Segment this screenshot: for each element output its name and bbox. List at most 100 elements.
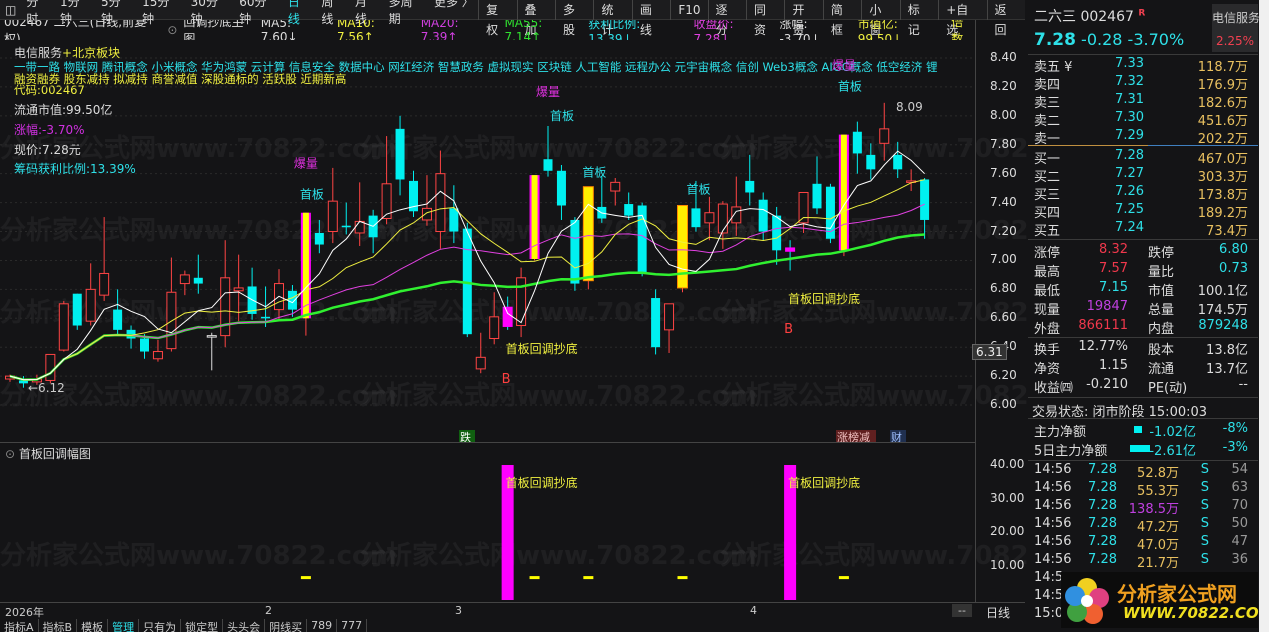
amplitude-mark	[583, 576, 594, 580]
book-mid-line-right	[1148, 145, 1258, 146]
divider	[1028, 418, 1258, 419]
scroll-more-button[interactable]: --	[952, 604, 972, 617]
low-price-label: ←6.12	[28, 381, 65, 395]
indicator-tabs: 指标A 指标B 模板 管理 只有为 锁定型 头头会 阴线买 789 777	[0, 619, 975, 632]
tick-volume: 52.8万	[1137, 466, 1179, 481]
stat-label: 跌停	[1148, 246, 1175, 261]
indicator-tab[interactable]: 指标B	[39, 619, 78, 632]
candle-body-limit-up	[582, 186, 594, 282]
amplitude-mark	[529, 576, 540, 580]
stat-value: 7.57	[1099, 261, 1128, 276]
stat-label: PE(动)	[1148, 381, 1188, 396]
indicator-tab[interactable]: 只有为	[139, 619, 182, 632]
price-tick: 6.60	[990, 310, 1017, 325]
candle-body-down	[543, 159, 553, 171]
price-tick: 6.00	[990, 397, 1017, 412]
row: 买一 7.28 467.0万	[1034, 148, 1254, 167]
stat-label: 内盘	[1148, 322, 1175, 337]
stat-value: 866111	[1078, 318, 1128, 333]
price-pct: -3.70%	[1127, 30, 1185, 49]
sector-box[interactable]: 电信服务 2.25%	[1212, 4, 1260, 52]
lower-dip-label: 首板回调抄底	[788, 475, 860, 490]
first-board-label: 首板	[838, 80, 862, 94]
price-tick: 8.00	[990, 107, 1017, 122]
price-tick: 7.00	[990, 252, 1017, 267]
candle-body-down	[691, 208, 701, 228]
indicator-tab[interactable]: 789	[307, 619, 338, 632]
candle-body-up	[58, 303, 69, 351]
candle-body-up	[664, 303, 675, 331]
stat-value: 13.8亿	[1206, 343, 1248, 358]
price-tick: 7.20	[990, 223, 1017, 238]
candle-body-down	[113, 309, 123, 330]
row: 卖一 7.29 202.2万	[1034, 128, 1254, 147]
indicator-tab[interactable]: 头头会	[223, 619, 266, 632]
burst-label: 爆量	[294, 157, 318, 171]
period-label[interactable]: 日线	[986, 604, 1010, 621]
tick-time: 14:5	[1034, 570, 1064, 585]
candle-body-up	[354, 220, 365, 234]
amplitude-mark	[677, 576, 688, 580]
stat-value: --	[1238, 377, 1248, 392]
tick-time: 14:56	[1034, 462, 1072, 477]
candle-body-up	[179, 274, 190, 285]
ask-price: 7.30	[1115, 110, 1144, 125]
stat-label: 换手	[1034, 343, 1061, 358]
tick-time: 14:5	[1034, 588, 1064, 603]
row: 换手 12.77% 股本 13.8亿	[1034, 339, 1254, 358]
logo-url: WWW.70822.COM	[1123, 604, 1269, 622]
candle-body-up	[220, 277, 231, 337]
indicator-tab[interactable]: 管理	[108, 619, 140, 632]
first-board-label: 首板	[300, 188, 324, 202]
tick-count: 47	[1231, 534, 1248, 549]
date-tick: 4	[750, 604, 757, 617]
stat-label: 量比	[1148, 265, 1175, 280]
flow-bar	[1134, 426, 1142, 433]
indicator-tab[interactable]: 指标A	[0, 619, 39, 632]
stat-label: 外盘	[1034, 322, 1061, 337]
tick-time: 15:0	[1034, 606, 1064, 621]
candle-body-down	[745, 180, 755, 193]
candlestick-chart[interactable]: 爆量爆量爆量首板首板首板首板首板首板回调抄底B首板回调抄底B←6.128.09跌…	[0, 0, 975, 632]
price-tick: 6.80	[990, 281, 1017, 296]
indicator-tab[interactable]: 模板	[77, 619, 109, 632]
candle-body-down	[140, 338, 149, 352]
indicator-tab[interactable]: 777	[337, 619, 368, 632]
divider	[1028, 337, 1258, 338]
candle-body-dip-signal	[785, 247, 796, 252]
tick-side: S	[1200, 480, 1209, 495]
divider	[1028, 239, 1258, 240]
tick-time: 14:56	[1034, 480, 1072, 495]
last-price: 7.28	[1034, 30, 1076, 50]
tick-price: 7.28	[1088, 534, 1117, 549]
price-tick: 7.60	[990, 165, 1017, 180]
bid-level: 买一	[1034, 152, 1061, 167]
row: 14:56 7.28 52.8万 S 54	[1034, 462, 1254, 481]
candle-body-first-board-inner	[302, 212, 309, 319]
panel-collapse-icon[interactable]: ⊙	[5, 447, 19, 461]
buy-signal-label: B	[502, 372, 511, 387]
ask-volume: 182.6万	[1197, 96, 1248, 111]
price-change: -0.28	[1081, 30, 1123, 49]
tick-time: 14:56	[1034, 534, 1072, 549]
indicator-tab[interactable]: 阴线买	[265, 619, 308, 632]
indicator-tab[interactable]: 锁定型	[181, 619, 224, 632]
lower-tick: 20.00	[990, 524, 1025, 539]
ask-volume: 118.7万	[1197, 60, 1248, 75]
tick-volume: 47.0万	[1137, 538, 1179, 553]
toolbar-button[interactable]: 返回	[986, 0, 1025, 37]
price-tick: 8.20	[990, 78, 1017, 93]
row: 14:56 7.28 47.0万 S 47	[1034, 534, 1254, 553]
stat-label: 股本	[1148, 343, 1175, 358]
ask-level: 卖四	[1034, 78, 1061, 93]
window-scrollbar[interactable]	[1259, 0, 1269, 632]
candle-body-up	[704, 212, 715, 224]
row: 14:56 7.28 138.5万 S 70	[1034, 498, 1254, 517]
tick-volume: 21.7万	[1137, 556, 1179, 571]
amplitude-mark	[300, 576, 311, 580]
tick-side: S	[1200, 462, 1209, 477]
stat-value: 879248	[1198, 318, 1248, 333]
stat-label: 收益㈣	[1034, 381, 1074, 396]
candle-body-down	[261, 316, 271, 319]
candle-body-down	[570, 219, 580, 284]
